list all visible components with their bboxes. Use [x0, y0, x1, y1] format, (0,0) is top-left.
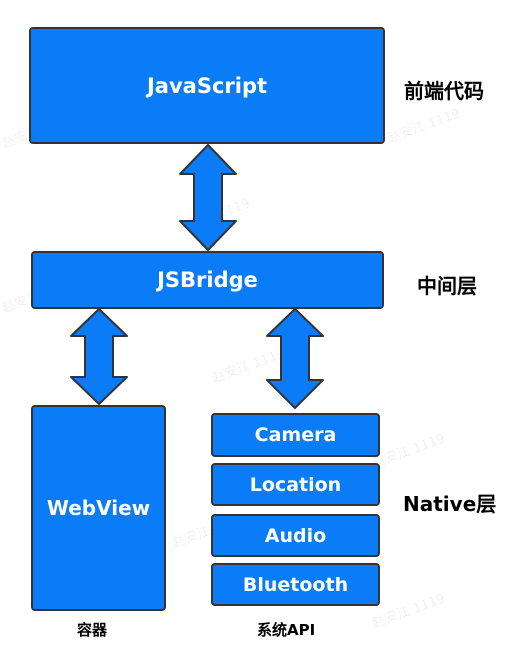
jsbridge-box: JSBridge	[31, 251, 384, 309]
audio-box: Audio	[211, 514, 380, 557]
middle-layer-label: 中间层	[417, 274, 477, 298]
location-box: Location	[211, 463, 380, 506]
bluetooth-box: Bluetooth	[211, 563, 380, 606]
arrow-js-bridge	[179, 144, 237, 251]
diagram-canvas: 赵安江 1119 赵安江 1119 赵安江 1119 赵安江 1119 赵安江 …	[0, 0, 513, 671]
system-api-label: 系统API	[257, 621, 316, 639]
container-label: 容器	[77, 621, 108, 639]
frontend-label: 前端代码	[404, 79, 484, 103]
arrow-bridge-webview	[70, 308, 128, 405]
native-layer-label: Native层	[403, 492, 497, 516]
javascript-box: JavaScript	[29, 27, 385, 144]
arrow-bridge-api	[266, 308, 324, 409]
webview-box: WebView	[31, 405, 166, 611]
camera-box: Camera	[211, 413, 380, 457]
